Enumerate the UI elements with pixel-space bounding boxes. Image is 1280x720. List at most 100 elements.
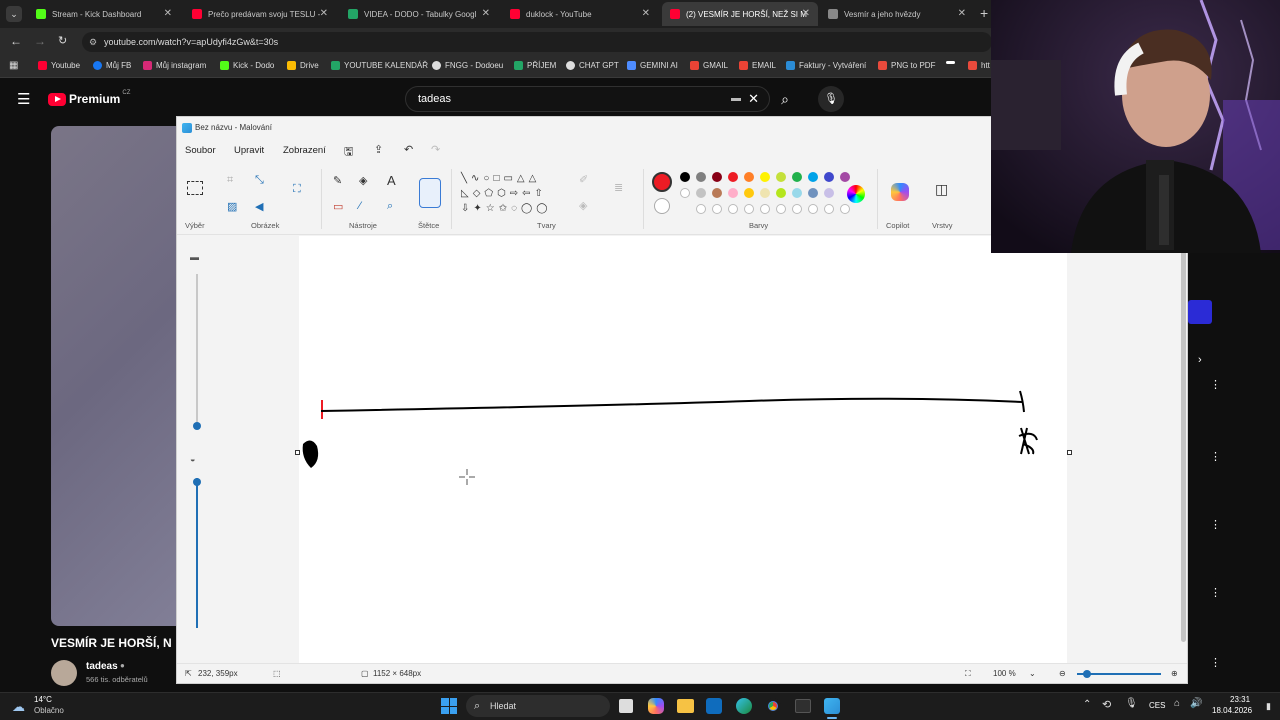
chrome-icon[interactable] (765, 698, 781, 714)
bookmark[interactable]: Můj FB (93, 61, 131, 70)
search-button[interactable]: ⌕ (772, 86, 798, 112)
empty-color-slot[interactable] (728, 204, 738, 214)
browser-tab[interactable]: Prečo predávam svoju TESLU - ✕ (184, 2, 336, 26)
bookmark[interactable] (946, 61, 959, 64)
reload-icon[interactable]: ↻ (58, 34, 67, 47)
browser-tab[interactable]: Vesmír a jeho hvězdy ✕ (820, 2, 974, 26)
color-swatch[interactable] (792, 172, 802, 182)
taskbar-search[interactable]: ⌕ Hledat (466, 695, 610, 717)
resize-icon[interactable]: ⤡ (255, 174, 264, 187)
tab-close-icon[interactable]: ✕ (958, 8, 966, 19)
notification-icon[interactable]: ▮ (1266, 701, 1271, 712)
shape-fill-icon[interactable]: ◈ (579, 199, 587, 212)
save-icon[interactable]: 🖫 (344, 143, 353, 162)
canvas-resize-handle[interactable] (1067, 450, 1072, 455)
more-options-icon[interactable]: ⋮ (1210, 518, 1221, 531)
browser-tab[interactable]: duklock - YouTube ✕ (502, 2, 658, 26)
channel-avatar[interactable] (51, 660, 77, 686)
empty-color-slot[interactable] (696, 204, 706, 214)
rotate-icon[interactable]: ◀ (255, 200, 263, 213)
bookmark[interactable]: GMAIL (690, 61, 728, 70)
magnifier-icon[interactable]: ⌕ (387, 200, 393, 213)
drawing-canvas[interactable] (299, 236, 1067, 663)
share-icon[interactable]: ⇪ (374, 143, 383, 156)
fit-screen-icon[interactable]: ⛶ (965, 669, 971, 679)
new-tab-button[interactable]: + (980, 5, 988, 21)
color-swatch[interactable] (680, 172, 690, 182)
bookmark[interactable]: PŘÍJEM (514, 61, 556, 70)
clear-icon[interactable]: ✕ (748, 87, 759, 111)
eraser-icon[interactable]: ▭ (333, 200, 343, 213)
size-slider-track[interactable] (196, 274, 198, 424)
browser-tab-active[interactable]: (2) VESMÍR JE HORŠÍ, NEŽ SI M ✕ (662, 2, 818, 26)
back-icon[interactable]: ← (10, 34, 22, 48)
color-swatch[interactable] (824, 172, 834, 182)
empty-color-slot[interactable] (792, 204, 802, 214)
bookmark[interactable]: Faktury - Vytváření (786, 61, 866, 70)
bookmark[interactable]: Kick - Dodo (220, 61, 274, 70)
voice-search-button[interactable]: 🎙 (818, 86, 844, 112)
youtube-logo[interactable]: Premium CZ (48, 90, 130, 106)
bookmark[interactable]: Můj instagram (143, 61, 206, 70)
terminal-icon[interactable] (795, 699, 811, 713)
empty-color-slot[interactable] (744, 204, 754, 214)
shape-size-icon[interactable]: ≣ (614, 181, 623, 194)
tab-close-icon[interactable]: ✕ (482, 8, 490, 19)
bookmark[interactable]: FNGG - Dodoeu (432, 61, 503, 70)
outlook-icon[interactable] (706, 698, 722, 714)
color-swatch[interactable] (728, 172, 738, 182)
zoom-level-select[interactable]: 100 % (993, 669, 1016, 678)
channel-name[interactable]: tadeas (86, 661, 118, 672)
paint-taskbar-icon[interactable] (824, 698, 840, 714)
start-icon[interactable] (441, 698, 457, 714)
keyboard-icon[interactable]: ▬ (731, 87, 741, 111)
menu-icon[interactable]: ☰ (17, 90, 30, 108)
sidebar-thumbnail[interactable] (1188, 300, 1212, 324)
search-input[interactable]: tadeas ▬ ✕ (405, 86, 770, 112)
browser-tab[interactable]: VIDEA - DODO - Tabulky Googl ✕ (340, 2, 498, 26)
active-color-swatch[interactable] (652, 172, 672, 192)
color-swatch[interactable] (760, 172, 770, 182)
shape-outline-icon[interactable]: ✐ (579, 173, 588, 186)
color-swatch[interactable] (840, 172, 850, 182)
clock-time[interactable]: 23:31 (1230, 695, 1250, 704)
bookmark[interactable]: CHAT GPT (566, 61, 619, 70)
site-info-icon[interactable]: ⚙ (89, 32, 97, 52)
empty-color-slot[interactable] (776, 204, 786, 214)
select-tool-icon[interactable] (187, 181, 203, 195)
copilot-taskbar-icon[interactable] (648, 698, 664, 714)
shapes-gallery[interactable]: ╲∿○□▭△△ ◺◇⬠⬡⇨⇦⇧ ⇩✦☆✩◌◯◯ (461, 171, 563, 219)
bookmark[interactable]: htt (968, 61, 990, 70)
size-slider-thumb[interactable] (193, 422, 201, 430)
opacity-slider-track[interactable] (196, 478, 198, 628)
copilot-icon[interactable] (891, 183, 909, 201)
empty-color-slot[interactable] (712, 204, 722, 214)
sync-icon[interactable]: ⟲ (1102, 698, 1111, 711)
zoom-out-icon[interactable]: ⊖ (1059, 669, 1066, 678)
bookmark[interactable]: PNG to PDF (878, 61, 935, 70)
color-swatch[interactable] (776, 172, 786, 182)
bookmark[interactable]: GEMINI AI (627, 61, 678, 70)
color-swatch[interactable] (696, 188, 706, 198)
bookmark[interactable]: YOUTUBE KALENDÁŘ (331, 61, 428, 70)
color-swatch[interactable] (808, 188, 818, 198)
task-view-icon[interactable] (619, 699, 633, 713)
tab-close-icon[interactable]: ✕ (320, 8, 328, 19)
color-swatch[interactable] (760, 188, 770, 198)
undo-icon[interactable]: ↶ (404, 143, 413, 156)
edge-icon[interactable] (736, 698, 752, 714)
file-explorer-icon[interactable] (677, 699, 694, 713)
color-swatch[interactable] (680, 188, 690, 198)
menu-file[interactable]: Soubor (185, 145, 216, 156)
weather-icon[interactable]: ☁ (12, 699, 25, 715)
layers-icon[interactable]: ◫ (935, 181, 948, 198)
color-swatch[interactable] (808, 172, 818, 182)
opacity-slider-thumb[interactable] (193, 478, 201, 486)
color-swatch[interactable] (744, 172, 754, 182)
tab-close-icon[interactable]: ✕ (642, 8, 650, 19)
color-swatch[interactable] (712, 188, 722, 198)
weather-temp[interactable]: 14°C (34, 695, 52, 704)
pencil-icon[interactable]: ✎ (333, 174, 342, 187)
color-swatch[interactable] (776, 188, 786, 198)
bookmark[interactable]: Drive (287, 61, 319, 70)
